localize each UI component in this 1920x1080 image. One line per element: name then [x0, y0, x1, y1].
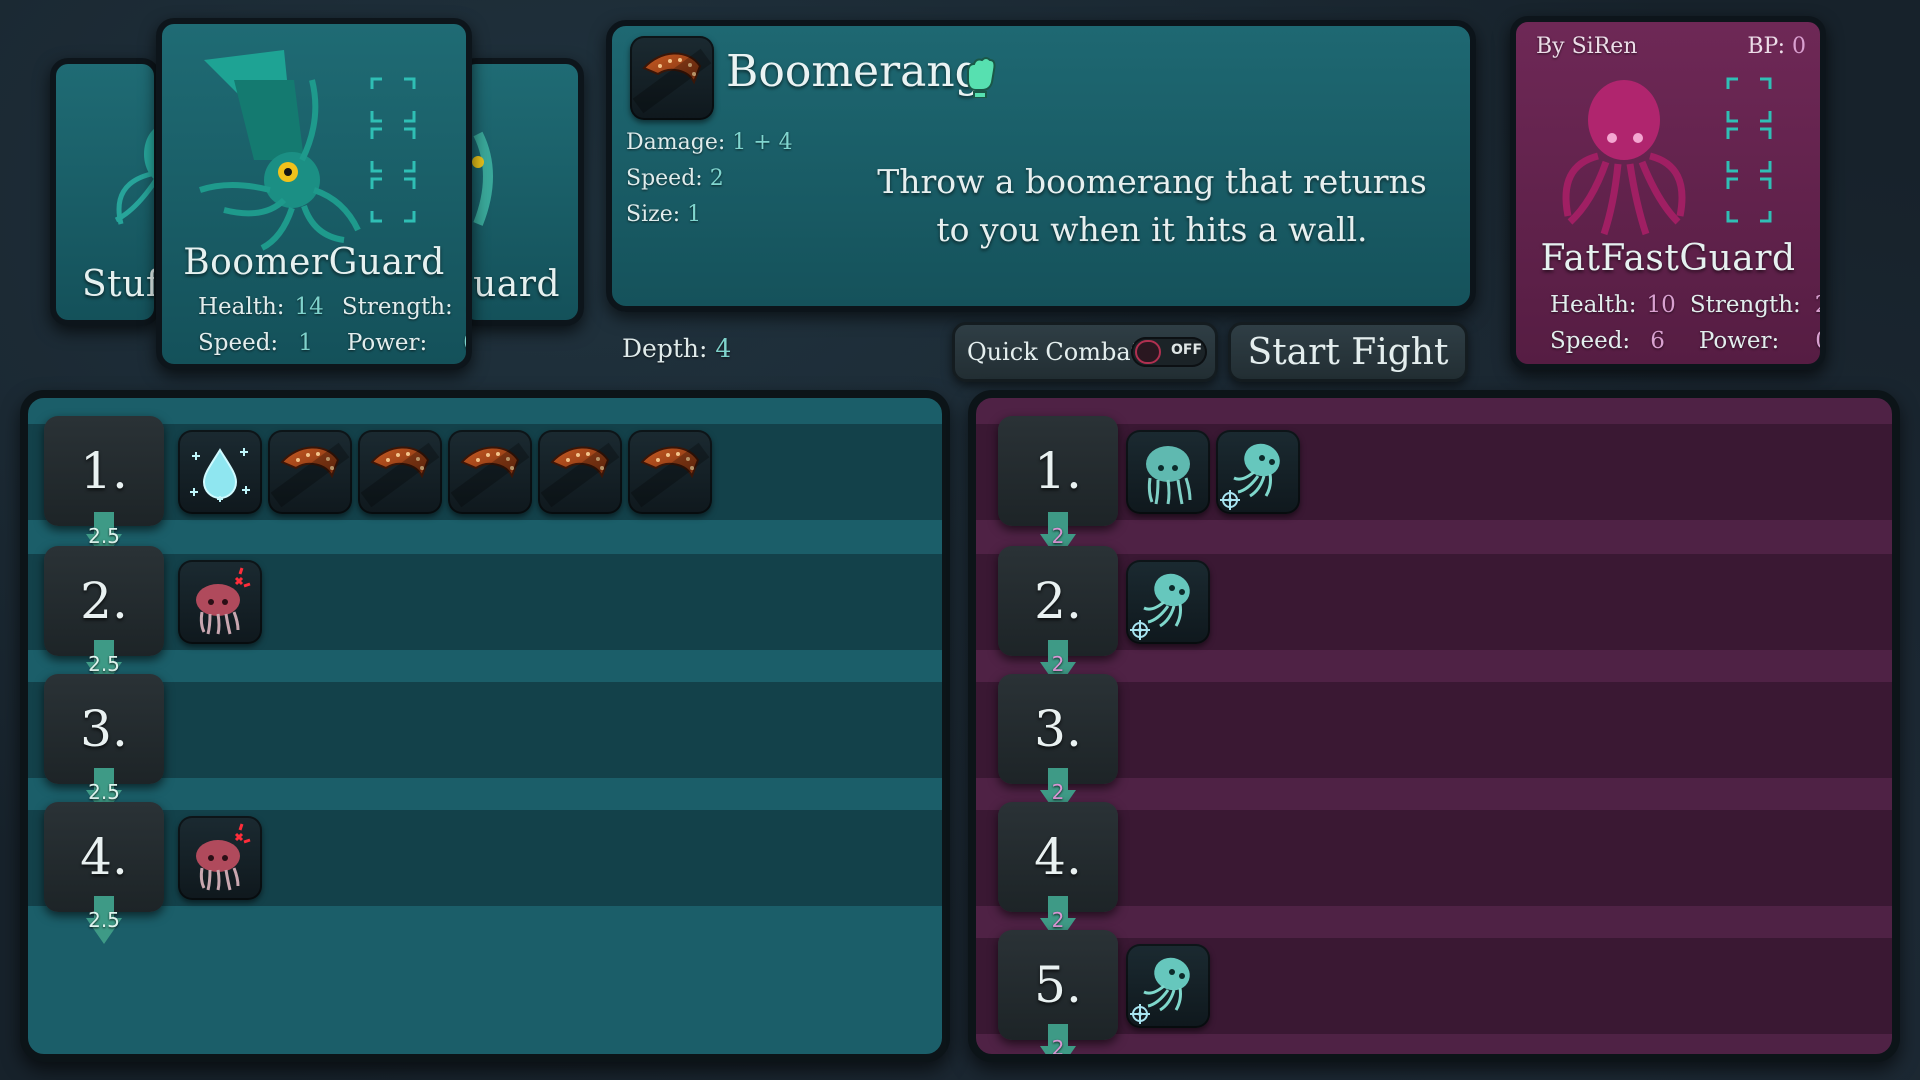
lane-arrow-value: 2 — [1051, 780, 1065, 804]
opponent-speed-power-stats: Speed: 6 Power: 0 — [1550, 328, 1820, 354]
lane-arrow-value: 2.5 — [88, 908, 120, 932]
boomerang-icon[interactable] — [538, 430, 622, 514]
lane-arrow-value: 2 — [1051, 908, 1065, 932]
opponent-health-strength-stats: Health: 10 Strength: 2 — [1550, 292, 1820, 318]
jellyfish-icon[interactable] — [1126, 430, 1210, 514]
angry-jellyfish-icon[interactable] — [178, 816, 262, 900]
size-stat: Size: 1 — [626, 202, 701, 227]
opponent-character-name: FatFastGuard — [1540, 238, 1796, 279]
author-label: By SiRen — [1536, 34, 1638, 59]
power-value: 0 — [463, 330, 466, 356]
toggle-state: OFF — [1171, 342, 1203, 358]
quick-combat-control[interactable]: Quick Combat OFF — [952, 322, 1218, 382]
speed-value: 1 — [298, 330, 313, 356]
health-label: Health: — [198, 294, 285, 320]
power-label: Power: — [346, 330, 428, 356]
speed-label: Speed: — [626, 166, 703, 191]
lane-band — [28, 682, 942, 778]
boomerang-icon[interactable] — [358, 430, 442, 514]
speed-value: 6 — [1650, 328, 1665, 354]
depth-value: 4 — [715, 334, 732, 363]
target-icon — [1128, 1002, 1152, 1026]
start-fight-button[interactable]: Start Fight — [1228, 322, 1468, 382]
side-character-card-right[interactable]: Guard — [458, 58, 584, 326]
squid-portrait-icon — [199, 50, 361, 251]
boomerang-icon[interactable] — [628, 430, 712, 514]
lane-arrow-value: 2 — [1051, 652, 1065, 676]
lane-arrow-value: 2 — [1051, 524, 1065, 548]
lane-arrow: 2.5 — [86, 896, 122, 946]
strength-value: 4 — [467, 294, 472, 320]
damage-label: Damage: — [626, 130, 726, 155]
squid-target-icon[interactable] — [1126, 944, 1210, 1028]
lane-band — [28, 810, 942, 906]
lane-number-1[interactable]: 1. — [998, 416, 1118, 526]
strength-label: Strength: — [1689, 292, 1801, 318]
fist-icon — [967, 57, 996, 98]
size-label: Size: — [626, 202, 681, 227]
squid-target-icon[interactable] — [1126, 560, 1210, 644]
side-character-card-left[interactable]: Stuff — [50, 58, 160, 326]
strength-label: Strength: — [341, 294, 453, 320]
lane-arrow-value: 2 — [1051, 1036, 1065, 1060]
bp-label: BP: — [1747, 34, 1785, 59]
speed-power-stats: Speed: 1 Power: 0 — [198, 330, 466, 356]
speed-label: Speed: — [1550, 328, 1631, 354]
bp-display: BP: 0 — [1747, 34, 1806, 59]
main-character-name: BoomerGuard — [183, 242, 445, 283]
opponent-character-card[interactable]: By SiRen BP: 0 FatFastGuard Health: 10 S… — [1510, 16, 1826, 370]
description-line-1: Throw a boomerang that returns — [877, 162, 1427, 201]
strength-value: 2 — [1815, 292, 1820, 318]
target-icon — [1128, 618, 1152, 642]
boomerang-icon[interactable] — [448, 430, 532, 514]
health-value: 10 — [1646, 292, 1676, 318]
health-value: 14 — [294, 294, 324, 320]
bp-value: 0 — [1792, 34, 1806, 59]
equipment-slots — [368, 74, 418, 236]
damage-stat: Damage: 1 + 4 — [626, 130, 793, 155]
opponent-lanes-panel: 1. 2 2. 2 3. 2 4. 2 5. 2 — [968, 390, 1900, 1062]
quick-combat-toggle[interactable]: OFF — [1131, 337, 1207, 367]
weapon-name: Boomerang — [726, 46, 983, 97]
health-label: Health: — [1550, 292, 1637, 318]
player-lanes-panel: 1. 2.5 2. 2.5 3. 2.5 4. 2.5 — [20, 390, 950, 1062]
lane-number-1[interactable]: 1. — [44, 416, 164, 526]
squid-target-icon[interactable] — [1216, 430, 1300, 514]
speed-value: 2 — [709, 166, 724, 191]
weapon-info-panel: Boomerang Damage: 1 + 4 Speed: 2 Size: 1… — [606, 20, 1476, 312]
speed-stat: Speed: 2 — [626, 166, 724, 191]
boomerang-icon[interactable] — [268, 430, 352, 514]
lane-band — [28, 554, 942, 650]
angry-jellyfish-icon[interactable] — [178, 560, 262, 644]
target-icon — [1218, 488, 1242, 512]
speed-label: Speed: — [198, 330, 279, 356]
lane-arrow: 2 — [1040, 1024, 1076, 1060]
lane-arrow-value: 2.5 — [88, 780, 120, 804]
depth-label: Depth: — [622, 334, 708, 363]
octopus-portrait-icon — [1562, 80, 1686, 236]
boomerang-icon — [630, 36, 714, 120]
power-value: 0 — [1815, 328, 1820, 354]
main-character-card[interactable]: BoomerGuard Health: 14 Strength: 4 Speed… — [156, 18, 472, 370]
power-label: Power: — [1698, 328, 1780, 354]
description-line-2: to you when it hits a wall. — [936, 210, 1368, 249]
quick-combat-label: Quick Combat — [967, 338, 1141, 366]
squid-icon — [472, 131, 493, 226]
depth-indicator: Depth: 4 — [622, 334, 731, 363]
toggle-knob — [1135, 340, 1161, 364]
weapon-description: Throw a boomerang that returns to you wh… — [862, 158, 1442, 254]
octopus-icon — [114, 128, 154, 225]
side-character-name-right: Guard — [464, 264, 560, 305]
side-character-name-left: Stuff — [82, 264, 160, 305]
equipment-slots — [1724, 74, 1774, 236]
lane-arrow-value: 2.5 — [88, 524, 120, 548]
health-strength-stats: Health: 14 Strength: 4 — [198, 294, 472, 320]
lane-arrow-value: 2.5 — [88, 652, 120, 676]
size-value: 1 — [687, 202, 702, 227]
damage-value: 1 + 4 — [732, 130, 793, 155]
water-drop-icon[interactable] — [178, 430, 262, 514]
